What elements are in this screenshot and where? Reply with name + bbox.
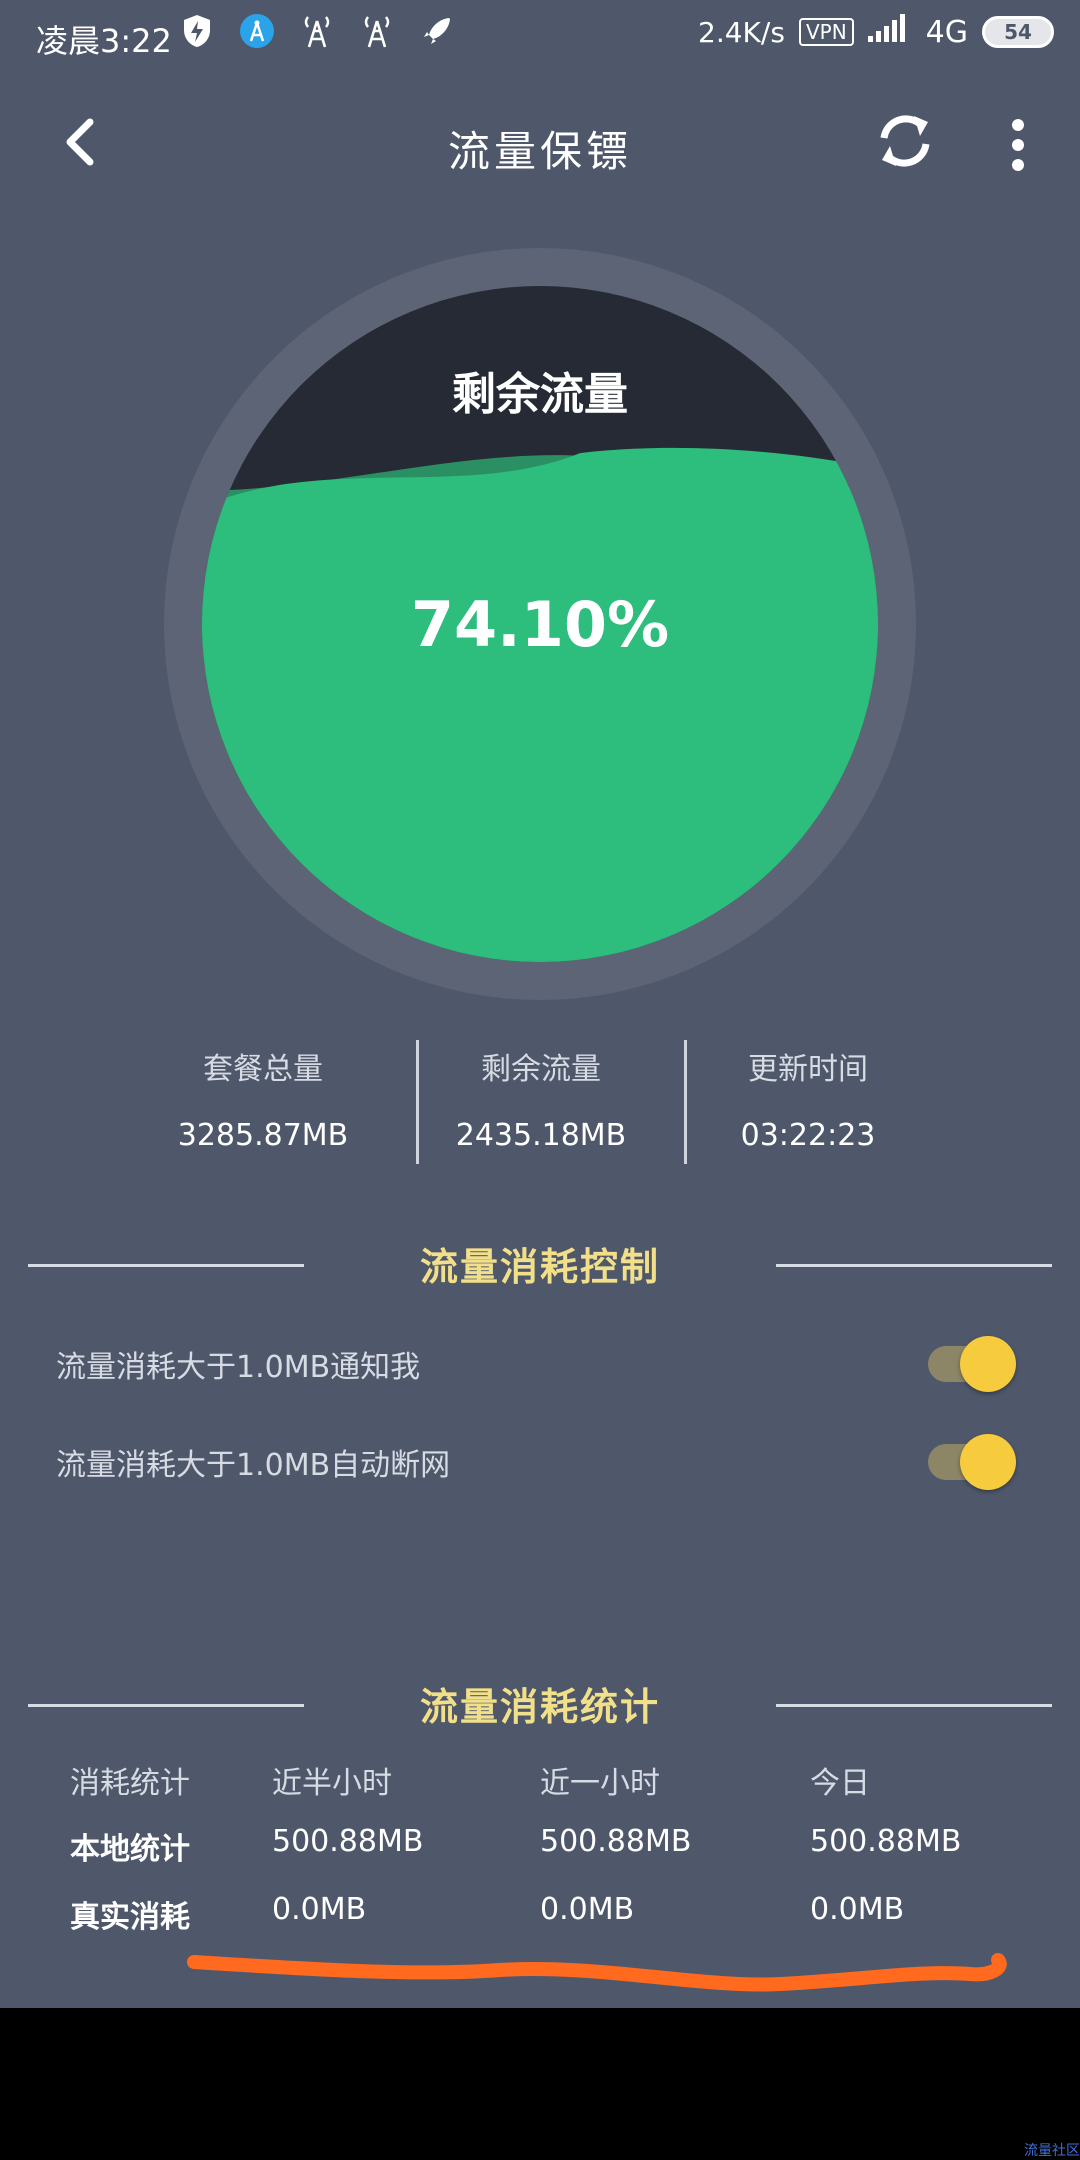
toggle-label: 流量消耗大于1.0MB通知我: [56, 1350, 421, 1385]
signal-bars-icon: [867, 14, 912, 50]
table-cell: 500.88MB: [810, 1824, 962, 1859]
network-speed: 2.4K/s: [698, 15, 785, 49]
statistics-section-header: 流量消耗统计: [0, 1676, 1080, 1736]
toggle-label: 流量消耗大于1.0MB自动断网: [56, 1448, 451, 1483]
notification-icons: [178, 12, 456, 50]
refresh-icon: [880, 115, 930, 167]
table-cell: 500.88MB: [540, 1824, 692, 1859]
orange-underline-annotation: [187, 1953, 1007, 1992]
row-label: 真实消耗: [70, 1900, 190, 1935]
stats-summary: 套餐总量 3285.87MB 剩余流量 2435.18MB 更新时间 03:22…: [130, 1040, 950, 1164]
refresh-button[interactable]: [872, 106, 938, 176]
table-header: 近一小时: [540, 1766, 660, 1801]
status-right: 2.4K/s VPN 4G 54: [698, 14, 1054, 50]
status-bar: 凌晨3:22 2.4K/s VPN 4G 54: [0, 0, 1080, 66]
table-header: 近半小时: [272, 1766, 392, 1801]
more-vertical-icon: [1012, 119, 1024, 171]
stat-label: 更新时间: [748, 1052, 868, 1087]
notify-switch[interactable]: [928, 1336, 1018, 1392]
data-remaining-gauge: 剩余流量 74.10%: [164, 248, 916, 1000]
battery-level: 54: [1004, 20, 1032, 44]
watermark-text: 流量社区: [1024, 2143, 1080, 2159]
auto-disconnect-switch[interactable]: [928, 1434, 1018, 1490]
rocket-icon: [418, 12, 456, 50]
control-section-header: 流量消耗控制: [0, 1236, 1080, 1296]
notify-toggle-row[interactable]: 流量消耗大于1.0MB通知我: [0, 1322, 1080, 1402]
table-cell: 0.0MB: [540, 1892, 635, 1927]
switch-thumb: [960, 1336, 1016, 1392]
stat-remaining: 剩余流量 2435.18MB: [408, 1040, 674, 1164]
divider-line: [776, 1264, 1052, 1267]
status-time: 凌晨3:22: [36, 22, 172, 60]
stat-updated: 更新时间 03:22:23: [675, 1040, 941, 1164]
auto-disconnect-toggle-row[interactable]: 流量消耗大于1.0MB自动断网: [0, 1420, 1080, 1500]
stat-label: 套餐总量: [203, 1052, 323, 1087]
battery-icon: 54: [982, 16, 1054, 48]
signal-tower-icon: [358, 12, 396, 50]
switch-thumb: [960, 1434, 1016, 1490]
app-screen: 凌晨3:22 2.4K/s VPN 4G 54 流量保镖 剩余流量 74.10%…: [0, 0, 1080, 2008]
table-cell: 0.0MB: [272, 1892, 367, 1927]
table-header: 消耗统计: [70, 1766, 190, 1801]
row-label: 本地统计: [70, 1832, 190, 1867]
vpn-badge: VPN: [798, 18, 854, 46]
signal-tower-blue-icon: [238, 12, 276, 50]
table-header: 今日: [810, 1766, 870, 1801]
signal-tower-icon: [298, 12, 336, 50]
gauge-label: 剩余流量: [452, 369, 628, 420]
divider-line: [776, 1704, 1052, 1707]
table-cell: 0.0MB: [810, 1892, 905, 1927]
more-options-button[interactable]: [998, 110, 1038, 180]
shield-bolt-icon: [178, 12, 216, 50]
stat-value: 3285.87MB: [177, 1118, 349, 1153]
table-cell: 500.88MB: [272, 1824, 424, 1859]
toolbar: 流量保镖: [0, 98, 1080, 194]
stat-value: 2435.18MB: [455, 1118, 627, 1153]
stat-total: 套餐总量 3285.87MB: [130, 1040, 396, 1164]
gauge-percent: 74.10%: [410, 588, 670, 661]
stat-value: 03:22:23: [740, 1118, 876, 1153]
stat-label: 剩余流量: [481, 1052, 601, 1087]
network-type: 4G: [925, 14, 968, 50]
